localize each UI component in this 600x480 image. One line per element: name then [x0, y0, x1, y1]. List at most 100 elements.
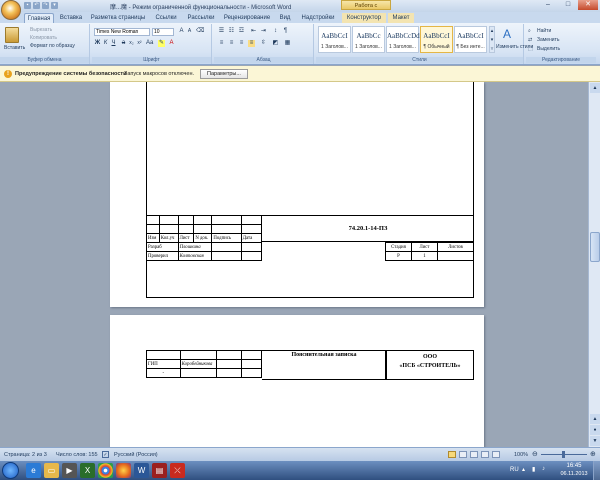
tab-home[interactable]: Главная: [24, 13, 54, 23]
tab-insert[interactable]: Вставка: [56, 13, 86, 23]
style-no-spacing[interactable]: AaBbCcI ¶ Без инте...: [454, 26, 487, 53]
zoom-out-icon[interactable]: ⊖: [532, 451, 538, 458]
tab-mailings[interactable]: Рассылки: [184, 13, 218, 23]
network-icon[interactable]: ▮: [532, 466, 535, 473]
copy-button[interactable]: Копировать: [30, 35, 57, 41]
change-styles-icon[interactable]: A: [500, 27, 514, 41]
web-layout-icon[interactable]: [470, 451, 478, 458]
print-layout-icon[interactable]: [448, 451, 456, 458]
office-button[interactable]: [1, 0, 21, 20]
proofing-icon[interactable]: ✓: [102, 451, 109, 458]
find-icon[interactable]: ⌕: [528, 28, 531, 34]
full-screen-icon[interactable]: [459, 451, 467, 458]
tab-review[interactable]: Рецензирование: [220, 13, 274, 23]
replace-icon[interactable]: ⇄: [528, 37, 532, 43]
styles-scroll-icon[interactable]: ▴ ▾ ▿: [489, 26, 495, 53]
grow-font-icon[interactable]: A: [178, 28, 185, 35]
superscript-icon[interactable]: x²: [136, 40, 143, 47]
clock-time[interactable]: 16:45: [558, 463, 590, 469]
vertical-scrollbar[interactable]: ▲ ▲ ● ▼: [588, 82, 600, 447]
zoom-in-icon[interactable]: ⊕: [590, 451, 596, 458]
maximize-button[interactable]: □: [558, 0, 578, 10]
page-counter[interactable]: Страница: 2 из 3: [4, 452, 47, 458]
media-player-icon[interactable]: ▶: [62, 463, 77, 478]
draft-icon[interactable]: [492, 451, 500, 458]
style-normal[interactable]: AaBbCcI ¶ Обычный: [420, 26, 453, 53]
bullets-icon[interactable]: ☰: [218, 28, 225, 35]
clock-date[interactable]: 06.11.2013: [558, 471, 590, 477]
next-page-icon[interactable]: ▼: [590, 436, 600, 446]
zoom-level[interactable]: 100%: [514, 452, 528, 458]
show-desktop-button[interactable]: [593, 461, 600, 480]
numbering-icon[interactable]: ☷: [228, 28, 235, 35]
style-heading3[interactable]: AaBbCcDd 1 Заголов...: [386, 26, 420, 53]
excel-icon[interactable]: X: [80, 463, 95, 478]
shading-icon[interactable]: ◩: [272, 40, 279, 47]
highlight-icon[interactable]: ✎: [158, 40, 165, 47]
tab-design[interactable]: Конструктор: [342, 13, 386, 23]
save-icon[interactable]: ▪: [24, 2, 31, 9]
outline-icon[interactable]: [481, 451, 489, 458]
replace-button[interactable]: Заменить: [537, 37, 559, 43]
clear-format-icon[interactable]: ⌫: [196, 28, 204, 35]
tab-view[interactable]: Вид: [276, 13, 294, 23]
close-button[interactable]: ✕: [578, 0, 598, 10]
prev-page-icon[interactable]: ▲: [590, 414, 600, 424]
options-button[interactable]: Параметры...: [200, 69, 248, 79]
acrobat-icon[interactable]: ⤫: [170, 463, 185, 478]
borders-icon[interactable]: ▦: [284, 40, 291, 47]
tab-layout[interactable]: Макет: [388, 13, 414, 23]
style-heading1[interactable]: AaBbCcI 1 Заголов...: [318, 26, 351, 53]
style-heading2[interactable]: AaBbCc 1 Заголов...: [352, 26, 385, 53]
explorer-icon[interactable]: ▭: [44, 463, 59, 478]
find-button[interactable]: Найти: [537, 28, 551, 34]
tab-references[interactable]: Ссылки: [152, 13, 180, 23]
redo-icon[interactable]: ↷: [42, 2, 49, 9]
change-case-icon[interactable]: Aa: [146, 40, 153, 47]
scroll-up-icon[interactable]: ▲: [590, 83, 600, 93]
minimize-button[interactable]: –: [538, 0, 558, 10]
scroll-thumb[interactable]: [590, 232, 600, 262]
undo-icon[interactable]: ↶: [33, 2, 40, 9]
presentation-icon[interactable]: ▤: [152, 463, 167, 478]
browse-object-icon[interactable]: ●: [590, 425, 600, 435]
sort-icon[interactable]: ↕: [272, 28, 279, 35]
tab-addins[interactable]: Надстройки: [298, 13, 338, 23]
tab-page-layout[interactable]: Разметка страницы: [88, 13, 148, 23]
align-left-icon[interactable]: ≡: [218, 40, 225, 47]
justify-icon[interactable]: ≡: [248, 40, 255, 47]
align-center-icon[interactable]: ≡: [228, 40, 235, 47]
zoom-slider-thumb[interactable]: [562, 451, 565, 458]
start-button-icon[interactable]: [2, 462, 19, 479]
line-spacing-icon[interactable]: ⇳: [260, 40, 267, 47]
word-icon[interactable]: W: [134, 463, 149, 478]
format-painter-button[interactable]: Формат по образцу: [30, 43, 75, 49]
underline-icon[interactable]: Ч: [110, 40, 117, 47]
cut-button[interactable]: Вырезать: [30, 27, 52, 33]
chrome-icon[interactable]: [98, 463, 113, 478]
word-count[interactable]: Число слов: 155: [56, 452, 98, 458]
decrease-indent-icon[interactable]: ⇤: [250, 28, 257, 35]
font-name-field[interactable]: Times New Roman: [94, 28, 150, 36]
select-button[interactable]: Выделить: [537, 46, 560, 52]
language-tray[interactable]: RU: [510, 467, 519, 473]
multilevel-list-icon[interactable]: ☲: [238, 28, 245, 35]
font-size-field[interactable]: 10: [152, 28, 174, 36]
subscript-icon[interactable]: x₂: [128, 40, 135, 47]
italic-icon[interactable]: К: [102, 40, 109, 47]
strikethrough-icon[interactable]: a: [120, 40, 127, 47]
tray-expand-icon[interactable]: ▴: [522, 466, 525, 473]
customize-qat-icon[interactable]: ▾: [51, 2, 58, 9]
align-right-icon[interactable]: ≡: [238, 40, 245, 47]
select-icon[interactable]: ⬚: [528, 46, 533, 52]
ie-icon[interactable]: e: [26, 463, 41, 478]
firefox-icon[interactable]: [116, 463, 131, 478]
language-indicator[interactable]: Русский (Россия): [114, 452, 158, 458]
volume-icon[interactable]: ♪: [542, 466, 545, 472]
font-color-icon[interactable]: A: [168, 40, 175, 47]
shrink-font-icon[interactable]: A: [186, 28, 193, 35]
paste-icon[interactable]: [5, 27, 19, 43]
increase-indent-icon[interactable]: ⇥: [260, 28, 267, 35]
paste-button[interactable]: Вставить: [4, 45, 25, 51]
bold-icon[interactable]: Ж: [94, 40, 101, 47]
